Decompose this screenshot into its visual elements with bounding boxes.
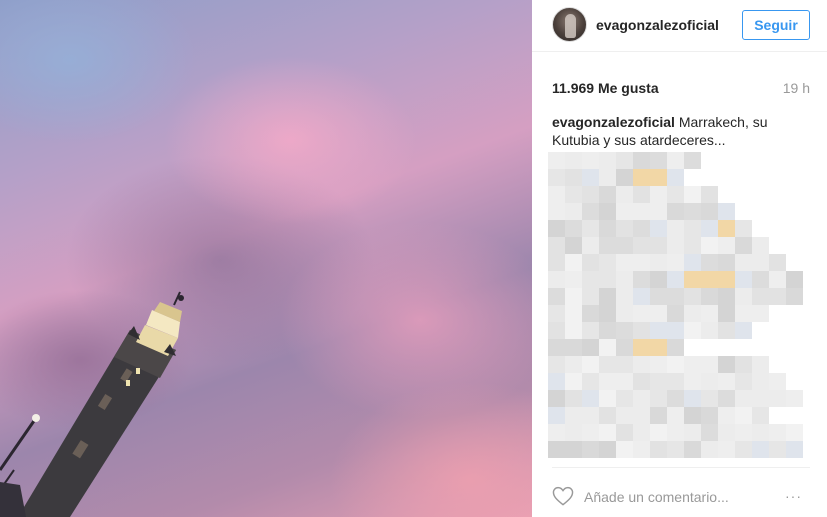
more-options-icon[interactable]: ···: [785, 483, 811, 509]
comment-bar: ···: [532, 478, 827, 516]
avatar[interactable]: [552, 7, 587, 42]
caption-username[interactable]: evagonzalezoficial: [552, 114, 675, 130]
post-caption: evagonzalezoficial Marrakech, su Kutubia…: [552, 113, 817, 149]
post-timestamp[interactable]: 19 h: [783, 80, 810, 96]
heart-outline-icon[interactable]: [552, 486, 574, 506]
divider: [552, 467, 810, 468]
post-sidebar: evagonzalezoficial Seguir 11.969 Me gust…: [532, 0, 827, 517]
likes-count[interactable]: 11.969 Me gusta: [552, 80, 659, 96]
follow-button[interactable]: Seguir: [742, 10, 810, 40]
post-photo[interactable]: [0, 0, 532, 517]
author-username[interactable]: evagonzalezoficial: [596, 17, 719, 33]
koutoubia-minaret-silhouette: [0, 291, 184, 517]
comment-input[interactable]: [584, 486, 774, 508]
post-header: evagonzalezoficial Seguir: [532, 0, 827, 52]
pixelated-comments: [548, 152, 803, 458]
